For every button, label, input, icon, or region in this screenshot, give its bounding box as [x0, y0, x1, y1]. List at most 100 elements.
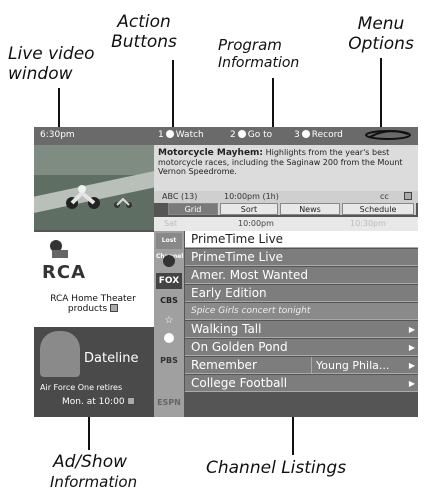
ad-text-line1: RCA Home Theater	[50, 294, 136, 304]
callout-menu-options: Menu Options	[338, 14, 424, 54]
clock: 6:30pm	[40, 130, 75, 140]
channel-icon-blank[interactable]	[156, 373, 182, 389]
rca-logo: RCA	[42, 262, 87, 283]
chevron-right-icon: ▶	[408, 361, 415, 370]
motorcycle-small-icon	[114, 197, 132, 208]
listing-row-promo[interactable]: Spice Girls concert tonight	[185, 303, 418, 320]
chevron-right-icon: ▶	[408, 343, 415, 352]
ad-text-line2: products	[67, 304, 108, 314]
ad-text-line2-wrap: products	[38, 304, 148, 314]
callout-menu-line1: Menu	[357, 14, 405, 34]
listing-program: Amer. Most Wanted	[191, 268, 308, 282]
watch-button-label: Watch	[175, 130, 204, 140]
go-to-button[interactable]: 2 Go to	[230, 130, 272, 140]
channel-icon-abc[interactable]	[156, 253, 182, 269]
listing-program: PrimeTime Live	[191, 250, 284, 264]
motorcycle-rider-icon	[66, 185, 100, 209]
record-button-number: 3	[294, 130, 300, 140]
button-dot-icon	[301, 130, 310, 138]
program-meta: ABC (13) 10:00pm (1h) cc	[154, 191, 418, 203]
callout-ad-line1: Ad/Show	[52, 452, 128, 472]
channel-icon-pbs[interactable]: PBS	[156, 353, 182, 369]
listing-program: On Golden Pond	[191, 340, 288, 354]
callout-program-line2: Information	[218, 55, 300, 71]
listing-row-2[interactable]: PrimeTime Live	[185, 249, 418, 266]
listing-program: Remember	[191, 358, 257, 372]
listing-row-7[interactable]: On Golden Pond ▶	[185, 339, 418, 356]
callout-action-line1: Action	[117, 12, 171, 32]
channel-icon-espn[interactable]: ESPN	[156, 395, 182, 411]
program-channel: ABC (13)	[162, 192, 198, 201]
time-header: Sat 10:00pm 10:30pm	[154, 217, 418, 231]
callout-ad-show: Ad/Show Information	[50, 452, 138, 492]
callout-live-video: Live video window	[8, 44, 95, 84]
callout-program-information: Program Information	[218, 36, 299, 72]
brand-logo-icon	[365, 130, 411, 140]
show-time: Mon. at 10:00	[62, 397, 125, 407]
channel-icons-column: Lost Channel FOX CBS ☆ PBS ESPN	[154, 231, 184, 417]
tab-grid[interactable]: Grid	[168, 203, 218, 215]
callout-live-line2: window	[8, 64, 73, 84]
chevron-right-icon: ▶	[408, 379, 415, 388]
channel-icon-promo: ☆	[164, 315, 174, 326]
callout-live-line1: Live video	[8, 44, 95, 64]
tab-news[interactable]: News	[280, 203, 340, 215]
grid-day: Sat	[164, 219, 178, 228]
listing-program: PrimeTime Live	[191, 232, 284, 246]
listing-program: College Football	[191, 376, 288, 390]
show-time-wrap: Mon. at 10:00	[62, 397, 136, 407]
info-box-icon	[404, 192, 412, 200]
tab-sort[interactable]: Sort	[220, 203, 278, 215]
chevron-right-icon: ▶	[408, 325, 415, 334]
callout-program-pointer	[272, 78, 274, 128]
nipper-dog-icon	[50, 240, 68, 258]
channel-icon-record[interactable]	[156, 333, 182, 349]
tab-schedule[interactable]: Schedule	[342, 203, 414, 215]
listing-program: Early Edition	[191, 286, 267, 300]
record-button[interactable]: 3 Record	[294, 130, 343, 140]
callout-channel-listings: Channel Listings	[206, 458, 347, 478]
watch-button-number: 1	[158, 130, 164, 140]
channel-icon-cbs[interactable]: CBS	[156, 293, 182, 309]
menu-options: Grid Sort News Schedule	[168, 203, 416, 215]
record-button-label: Record	[311, 130, 343, 140]
watch-button[interactable]: 1 Watch	[158, 130, 204, 140]
time-slot-2: 10:30pm	[350, 219, 386, 228]
program-time: 10:00pm (1h)	[224, 192, 279, 201]
program-title: Motorcycle Mayhem:	[158, 148, 264, 158]
button-dot-icon	[165, 130, 174, 138]
info-box-icon	[110, 304, 119, 312]
listing-row-4[interactable]: Early Edition	[185, 285, 418, 302]
info-box-icon	[127, 397, 136, 405]
live-video-window[interactable]	[34, 145, 154, 230]
listing-next-program: Young Phila...	[311, 357, 418, 374]
button-dot-icon	[237, 130, 246, 138]
tv-guide-screen: 6:30pm 1 Watch 2 Go to 3 Record RCA RCA …	[34, 127, 418, 417]
show-title: Dateline	[84, 351, 139, 366]
closed-caption-icon: cc	[380, 192, 389, 201]
listing-row-8[interactable]: Remember Young Phila... ▶	[185, 357, 418, 374]
listing-row-6[interactable]: Walking Tall ▶	[185, 321, 418, 338]
listing-row-1[interactable]: PrimeTime Live	[185, 231, 418, 248]
show-info-panel[interactable]: Dateline Air Force One retires Mon. at 1…	[34, 327, 154, 417]
go-to-button-number: 2	[230, 130, 236, 140]
top-action-bar: 6:30pm 1 Watch 2 Go to 3 Record	[34, 127, 418, 145]
channel-icon-fox[interactable]: FOX	[156, 273, 182, 289]
listing-row-9[interactable]: College Football ▶	[185, 375, 418, 392]
listing-row-3[interactable]: Amer. Most Wanted	[185, 267, 418, 284]
callout-menu-line2: Options	[348, 34, 414, 54]
program-information: Motorcycle Mayhem: Highlights from the y…	[154, 145, 418, 191]
listing-program: Walking Tall	[191, 322, 262, 336]
callout-action-buttons: Action Buttons	[108, 12, 180, 52]
channel-icon-lost[interactable]: Lost Channel	[156, 233, 183, 260]
callout-ad-line2: Information	[50, 473, 138, 491]
listing-program: Spice Girls concert tonight	[191, 306, 311, 316]
time-slot-1: 10:00pm	[238, 219, 274, 228]
callout-action-pointer	[172, 60, 174, 128]
show-description: Air Force One retires	[40, 383, 123, 392]
go-to-button-label: Go to	[247, 130, 273, 140]
ad-panel[interactable]: RCA RCA Home Theater products	[34, 232, 154, 327]
callout-action-line2: Buttons	[111, 32, 177, 52]
video-background	[34, 145, 154, 175]
ad-text: RCA Home Theater products	[38, 294, 148, 314]
